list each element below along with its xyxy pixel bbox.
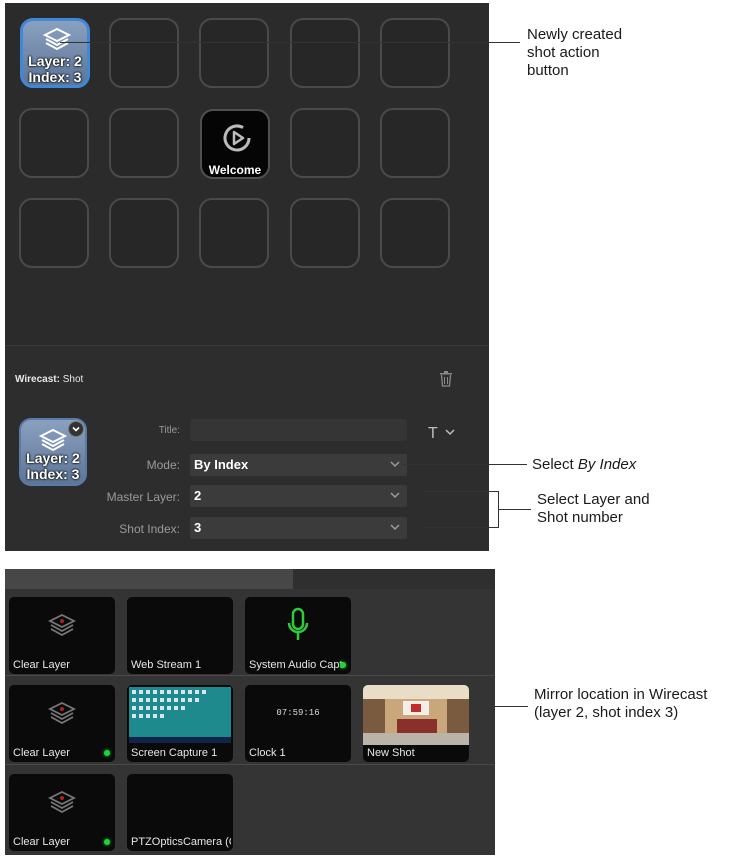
chevron-down-icon [390,461,400,468]
shot-tile[interactable]: New Shot [363,685,469,762]
live-indicator [340,662,346,668]
key-empty[interactable] [109,108,179,178]
trash-icon[interactable] [439,371,453,387]
properties-header: Wirecast: Shot [15,374,83,385]
layers-icon [47,701,77,725]
annotation-select-mode: Select By Index [532,456,636,474]
callout-line [424,527,498,528]
shot-label: Clear Layer [13,747,70,759]
shot-tile[interactable]: Screen Capture 1 [127,685,233,762]
annotation-line: button [527,62,569,79]
shot-tile[interactable]: 07:59:16 Clock 1 [245,685,351,762]
shot-label: System Audio Capt [249,659,343,671]
clock-readout: 07:59:16 [276,708,320,718]
properties-action-name: Shot [62,374,84,385]
mode-value: By Index [194,457,249,472]
key-grid: Layer: 2 Index: 3 Welcome [5,3,489,345]
callout-line [60,42,520,43]
layers-icon [47,613,77,637]
wirecast-shot-layers: Clear Layer Web Stream 1 System Audio Ca… [5,569,495,855]
key-welcome-label: Welcome [208,163,262,177]
wirecast-tab-bar-rest [293,569,495,589]
key-welcome[interactable]: Welcome [200,109,270,179]
annotation-line: (layer 2, shot index 3) [534,704,679,721]
desktop-thumbnail [129,687,231,743]
key-empty[interactable] [199,18,269,88]
key-empty[interactable] [380,18,450,88]
key-empty[interactable] [380,198,450,268]
annotation-new-button: Newly created shot action button [527,26,622,80]
key-empty[interactable] [199,198,269,268]
shot-label: Web Stream 1 [131,659,202,671]
key-empty[interactable] [19,198,89,268]
chevron-down-icon [445,429,455,436]
key-empty[interactable] [109,18,179,88]
annotation-emphasis: By Index [577,456,637,473]
mode-label: Mode: [146,458,180,472]
key-index-text: Index: 3 [28,69,82,85]
layer-row-3: Clear Layer PTZOpticsCamera (Cl [5,768,495,854]
mode-select[interactable]: By Index [190,454,407,476]
elgato-logo-icon [223,124,251,152]
studio-thumbnail [363,685,469,745]
master-layer-select[interactable]: 2 [190,485,407,507]
shot-tile[interactable]: Clear Layer [9,774,115,851]
wirecast-tab-bar [5,569,293,589]
properties-app-name: Wirecast: [15,374,60,385]
annotation-select-layer: Select Layer and Shot number [537,491,650,527]
annotation-line: Select Layer and [537,491,650,508]
chevron-down-icon [390,492,400,499]
text-format-icon: T [428,425,438,442]
title-input[interactable] [190,419,407,441]
callout-line [470,706,528,707]
annotation-line: shot action [527,44,600,61]
shot-tile[interactable]: Clear Layer [9,597,115,674]
annotation-line: Mirror location in Wirecast [534,686,708,703]
key-empty[interactable] [109,198,179,268]
key-empty[interactable] [290,198,360,268]
title-format-button[interactable]: T [428,425,455,443]
shot-tile[interactable]: PTZOpticsCamera (Cl [127,774,233,851]
layers-icon [43,27,71,51]
annotation-text: Select [532,456,578,473]
key-empty[interactable] [290,18,360,88]
key-shot-action[interactable]: Layer: 2 Index: 3 [20,18,90,88]
title-label: Title: [158,425,180,436]
stream-deck-panel: Layer: 2 Index: 3 Welcome Wirecast: Shot [5,3,489,551]
master-layer-label: Master Layer: [106,490,180,504]
master-layer-value: 2 [194,488,202,503]
callout-line [498,509,531,510]
chevron-down-icon [390,524,400,531]
callout-line [403,464,527,465]
live-indicator [104,839,110,845]
key-layer-text: Layer: 2 [28,53,82,69]
annotation-mirror: Mirror location in Wirecast (layer 2, sh… [534,686,707,722]
shot-index-label: Shot Index: [119,522,180,536]
shot-label: Screen Capture 1 [131,747,218,759]
layer-row-2: Clear Layer Screen Capture 1 07:59:16 Cl… [5,679,495,765]
shot-label: New Shot [367,747,415,759]
shot-tile[interactable]: Clear Layer [9,685,115,762]
key-empty[interactable] [290,108,360,178]
shot-tile[interactable]: Web Stream 1 [127,597,233,674]
annotation-line: Newly created [527,26,623,43]
shot-label: Clear Layer [13,836,70,848]
shot-index-value: 3 [194,520,202,535]
shot-label: PTZOpticsCamera (Cl [131,836,231,848]
shot-label: Clock 1 [249,747,286,759]
shot-tile[interactable]: System Audio Capt [245,597,351,674]
annotation-line: Shot number [537,509,623,526]
callout-line [424,491,498,492]
layer-row-1: Clear Layer Web Stream 1 System Audio Ca… [5,590,495,676]
key-empty[interactable] [380,108,450,178]
shot-index-select[interactable]: 3 [190,517,407,539]
key-empty[interactable] [19,108,89,178]
live-indicator [104,750,110,756]
microphone-icon [287,607,309,640]
shot-label: Clear Layer [13,659,70,671]
divider [5,345,489,346]
layers-icon [47,790,77,814]
